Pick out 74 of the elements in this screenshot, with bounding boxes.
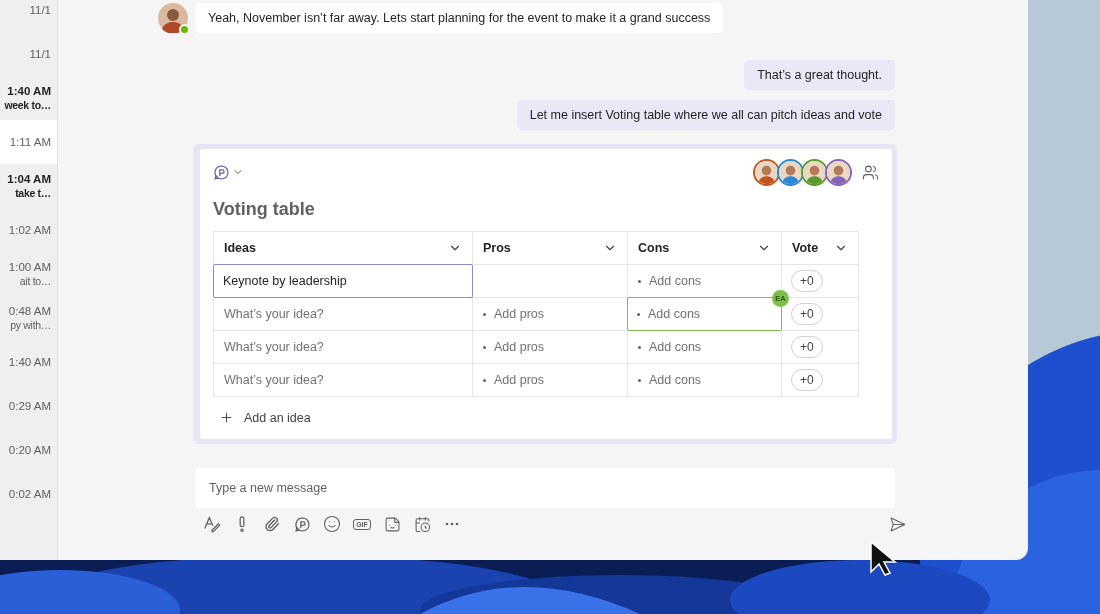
chat-list-item[interactable]: 11/1 — [0, 32, 57, 76]
attach-button[interactable] — [262, 514, 282, 534]
chat-list-item[interactable]: 0:48 AM py with… — [0, 296, 57, 340]
loop-icon — [293, 515, 311, 533]
chat-list-item[interactable]: 0:20 AM — [0, 428, 57, 472]
cell-placeholder: Add cons — [649, 274, 702, 288]
cell-placeholder: What’s your idea? — [224, 307, 324, 321]
chat-list-item[interactable]: 1:40 AM week to… — [0, 76, 57, 120]
cell-field[interactable]: Add cons — [628, 364, 781, 396]
send-icon — [888, 515, 906, 533]
bullet-icon — [638, 345, 641, 349]
cell-field[interactable]: What’s your idea? — [214, 298, 472, 330]
emoji-button[interactable] — [322, 514, 342, 534]
chat-list-item[interactable]: 1:04 AM take t… — [0, 164, 57, 208]
sticker-button[interactable] — [382, 514, 402, 534]
cell-placeholder: Add cons — [649, 373, 702, 387]
chat-list-item[interactable]: 1:40 AM — [0, 340, 57, 384]
cell-placeholder: What’s your idea? — [224, 340, 324, 354]
avatar — [158, 3, 188, 33]
cell-field[interactable]: Add pros — [473, 331, 627, 363]
message-bubble: Yeah, November isn’t far away. Lets start planning for the event to make it a grand success — [195, 3, 724, 33]
column-header[interactable]: Ideas — [214, 232, 473, 265]
emoji-icon — [323, 515, 341, 533]
more-icon — [445, 522, 459, 526]
cell-text: Keynote by leadership — [223, 274, 347, 288]
bullet-icon — [483, 345, 486, 349]
bullet-icon — [637, 312, 640, 316]
paperclip-icon — [264, 516, 280, 532]
format-button[interactable] — [202, 514, 222, 534]
calendar-clock-icon — [413, 515, 431, 533]
bullet-icon — [638, 378, 641, 382]
message-bubble: Let me insert Voting table where we all can pitch ideas and vote — [516, 100, 895, 130]
loop-menu-button[interactable] — [213, 163, 244, 181]
cell-field[interactable]: Keynote by leadership — [213, 264, 473, 298]
cell-placeholder: What’s your idea? — [224, 373, 324, 387]
cell-field[interactable]: Add pros — [473, 298, 627, 330]
format-icon — [203, 515, 221, 533]
chat-list-item[interactable]: 1:11 AM — [0, 120, 57, 164]
chat-list-item[interactable]: 0:29 AM — [0, 384, 57, 428]
cell-placeholder: Add pros — [494, 373, 545, 387]
card-title: Voting table — [213, 199, 316, 220]
cell-placeholder: Add pros — [494, 340, 545, 354]
bullet-icon — [638, 279, 641, 283]
vote-button[interactable]: +0 — [791, 303, 823, 325]
vote-button[interactable]: +0 — [791, 369, 823, 391]
bullet-icon — [483, 378, 486, 382]
loop-icon — [213, 163, 230, 181]
cell-field[interactable]: What’s your idea? — [214, 331, 472, 363]
people-icon[interactable] — [862, 163, 879, 181]
message-input[interactable]: Type a new message — [195, 468, 895, 508]
chat-list-item[interactable]: 11/1 — [0, 0, 57, 32]
bullet-icon — [483, 312, 486, 316]
cell-placeholder: Add cons — [648, 307, 701, 321]
add-idea-button[interactable]: Add an idea — [219, 410, 311, 425]
message-bubble: That’s a great thought. — [744, 60, 895, 90]
chat-list-item[interactable]: 0:02 AM — [0, 472, 57, 516]
cell-placeholder: Add pros — [494, 307, 545, 321]
cell-field[interactable]: Add cons — [628, 331, 781, 363]
cell-placeholder: Add cons — [649, 340, 702, 354]
vote-button[interactable]: +0 — [791, 336, 823, 358]
send-button[interactable] — [887, 514, 907, 534]
chat-list-item[interactable]: 1:02 AM — [0, 208, 57, 252]
chat-list-item[interactable]: 1:00 AM ait to… — [0, 252, 57, 296]
schedule-button[interactable] — [412, 514, 432, 534]
cell-field[interactable]: What’s your idea? — [214, 364, 472, 396]
sticker-icon — [383, 515, 401, 533]
column-header[interactable]: Vote — [782, 232, 859, 265]
loop-button[interactable] — [292, 514, 312, 534]
column-header[interactable]: Pros — [473, 232, 628, 265]
vote-button[interactable]: +0 — [791, 270, 823, 292]
cell-field[interactable]: Add cons — [628, 265, 781, 297]
plus-icon — [219, 410, 234, 425]
column-header[interactable]: Cons — [628, 232, 782, 265]
cell-field[interactable]: Add pros — [473, 364, 627, 396]
